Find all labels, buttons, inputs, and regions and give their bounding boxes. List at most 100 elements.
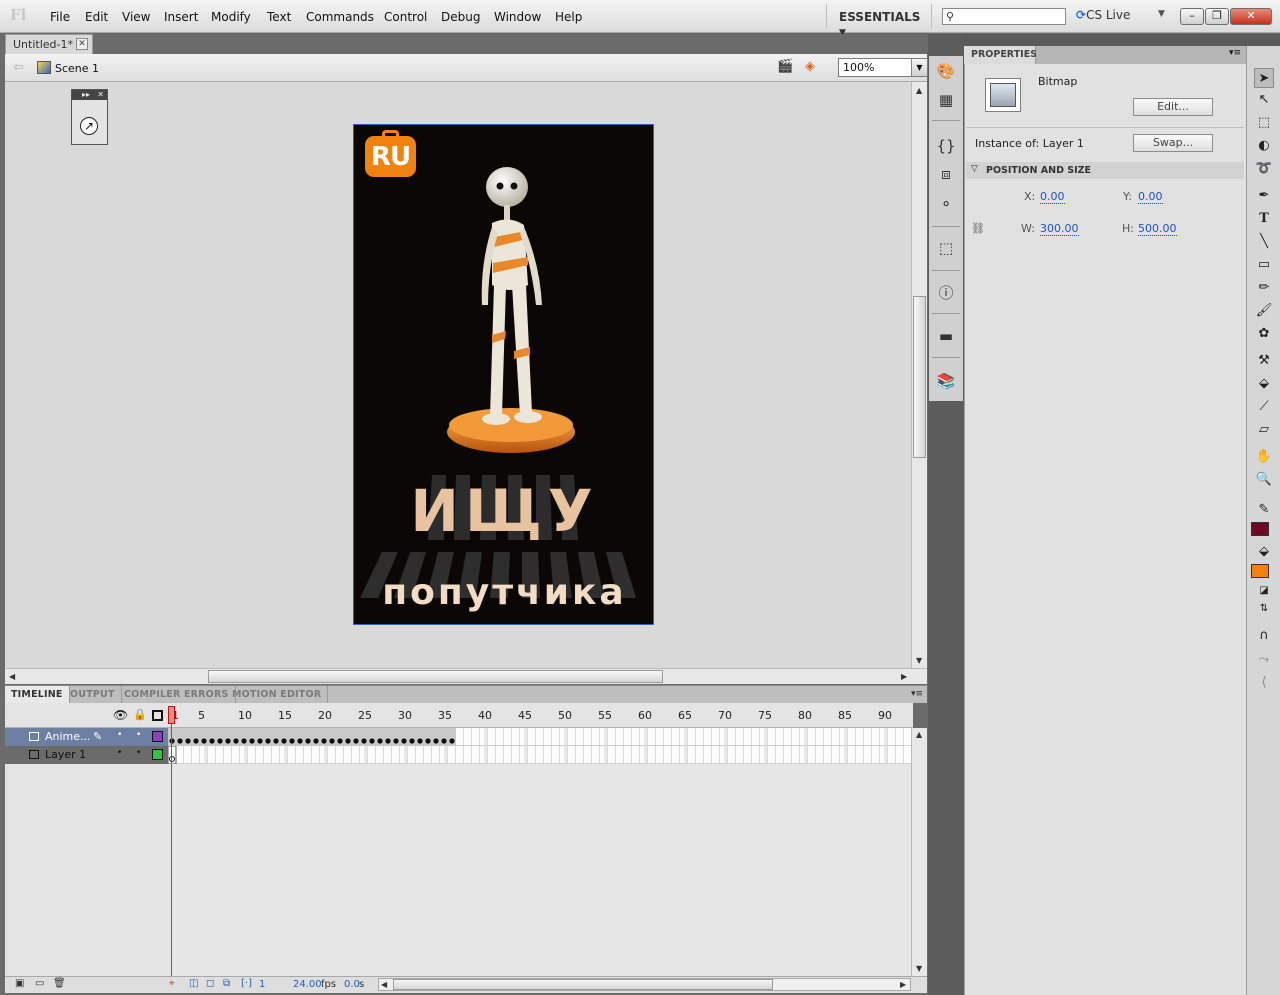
- menu-insert[interactable]: Insert: [164, 10, 198, 24]
- section-position-size[interactable]: ▽ POSITION AND SIZE: [966, 162, 1244, 179]
- eye-icon[interactable]: 👁: [113, 708, 128, 722]
- selection-tool-icon[interactable]: ➤: [1254, 68, 1274, 88]
- transform-icon[interactable]: ⬚: [936, 238, 956, 258]
- stage-horizontal-scrollbar[interactable]: ◀ ▶: [5, 668, 927, 684]
- actions-icon[interactable]: {}: [936, 136, 956, 156]
- keyframe[interactable]: [273, 738, 279, 744]
- tab-timeline[interactable]: TIMELINE: [5, 686, 70, 704]
- swatches-icon[interactable]: ▦: [936, 90, 956, 110]
- edit-scene-icon[interactable]: 🎬: [777, 59, 797, 77]
- menu-modify[interactable]: Modify: [211, 10, 251, 24]
- triangle-down-icon[interactable]: ▽: [971, 164, 978, 174]
- search-input[interactable]: ⚲: [942, 8, 1066, 25]
- menu-help[interactable]: Help: [555, 10, 582, 24]
- keyframe[interactable]: [305, 738, 311, 744]
- keyframe[interactable]: [313, 738, 319, 744]
- keyframe[interactable]: [441, 738, 447, 744]
- edit-multiple-icon[interactable]: ⧉: [223, 978, 230, 989]
- rectangle-tool-icon[interactable]: ▭: [1254, 255, 1274, 275]
- edit-button[interactable]: Edit...: [1133, 98, 1213, 116]
- deco-tool-icon[interactable]: ✿: [1254, 324, 1274, 344]
- keyframe[interactable]: [257, 738, 263, 744]
- outline-icon[interactable]: [152, 710, 163, 721]
- visibility-dot[interactable]: •: [117, 730, 122, 740]
- minimize-button[interactable]: –: [1180, 8, 1204, 25]
- keyframe[interactable]: [393, 738, 399, 744]
- onion-markers-icon[interactable]: [·]: [241, 978, 252, 989]
- close-window-button[interactable]: ✕: [1230, 8, 1272, 25]
- menu-commands[interactable]: Commands: [306, 10, 374, 24]
- document-tab[interactable]: Untitled-1* ✕: [5, 34, 93, 54]
- floating-panel-header[interactable]: ▸▸ ✕: [72, 90, 107, 100]
- visibility-dot[interactable]: •: [117, 748, 122, 758]
- keyframe[interactable]: [193, 738, 199, 744]
- zoom-select[interactable]: 100% ▼: [838, 58, 928, 77]
- lock-dot[interactable]: •: [136, 748, 141, 758]
- close-icon[interactable]: ✕: [76, 38, 88, 50]
- w-field[interactable]: 300.00: [1040, 222, 1079, 236]
- stage-vertical-scrollbar[interactable]: ▲ ▼: [911, 82, 927, 668]
- timeline-horizontal-scrollbar[interactable]: ◀ ▶: [378, 978, 911, 991]
- menu-file[interactable]: File: [50, 10, 70, 24]
- swap-button[interactable]: Swap...: [1133, 134, 1213, 152]
- menu-view[interactable]: View: [122, 10, 150, 24]
- link-icon[interactable]: ⛓: [971, 222, 985, 235]
- arrow-left-icon[interactable]: ◀: [9, 672, 15, 681]
- x-field[interactable]: 0.00: [1040, 190, 1065, 204]
- stage-canvas[interactable]: RU ИЩУ попутчика: [353, 124, 654, 625]
- keyframe[interactable]: [385, 738, 391, 744]
- floating-panel[interactable]: ▸▸ ✕ ↗: [71, 89, 108, 145]
- keyframe[interactable]: [177, 738, 183, 744]
- keyframe[interactable]: [353, 738, 359, 744]
- arrow-left-icon[interactable]: ◀: [381, 980, 387, 989]
- tab-compiler-errors[interactable]: COMPILER ERRORS: [118, 686, 236, 704]
- keyframe[interactable]: [409, 738, 415, 744]
- stroke-color-swatch[interactable]: [1251, 522, 1269, 536]
- keyframe[interactable]: [281, 738, 287, 744]
- color-icon[interactable]: 🎨: [936, 61, 956, 81]
- timeline-vertical-scrollbar[interactable]: ▲ ▼: [911, 728, 927, 976]
- restore-button[interactable]: ❐: [1205, 8, 1229, 25]
- menu-control[interactable]: Control: [384, 10, 427, 24]
- library-icon[interactable]: 📚: [936, 371, 956, 391]
- lock-icon[interactable]: 🔒: [133, 708, 147, 721]
- cs-live-button[interactable]: ⟳CS Live: [1076, 8, 1130, 26]
- new-layer-icon[interactable]: ▣: [15, 978, 24, 989]
- keyframe[interactable]: [337, 738, 343, 744]
- center-frame-icon[interactable]: ⌖: [169, 978, 175, 989]
- frame-ruler[interactable]: 1 5 10 15 20 25 30 35 40 45 50 55 60 65 …: [168, 703, 913, 728]
- keyframe[interactable]: [345, 738, 351, 744]
- arrow-down-icon[interactable]: ▼: [916, 964, 922, 973]
- layer-color-swatch[interactable]: [152, 731, 163, 742]
- scene-breadcrumb[interactable]: Scene 1: [55, 62, 99, 75]
- scroll-thumb[interactable]: [913, 296, 926, 458]
- layer-row-anime[interactable]: Anime... ✎ • •: [5, 728, 168, 746]
- motion-presets-icon[interactable]: ⚬: [936, 194, 956, 214]
- h-field[interactable]: 500.00: [1138, 222, 1177, 236]
- back-arrow-icon[interactable]: ⇦: [13, 60, 24, 75]
- arrow-right-icon[interactable]: ▶: [901, 672, 907, 681]
- expand-icon[interactable]: ▸▸: [82, 90, 90, 100]
- keyframe[interactable]: [377, 738, 383, 744]
- keyframe[interactable]: [265, 738, 271, 744]
- brush-tool-icon[interactable]: 🖌: [1254, 301, 1274, 321]
- keyframe[interactable]: [297, 738, 303, 744]
- y-field[interactable]: 0.00: [1138, 190, 1163, 204]
- tab-output[interactable]: OUTPUT: [64, 686, 122, 704]
- keyframe[interactable]: [425, 738, 431, 744]
- align-icon[interactable]: ▬: [936, 326, 956, 346]
- bone-tool-icon[interactable]: ⚒: [1254, 351, 1274, 371]
- menu-debug[interactable]: Debug: [441, 10, 480, 24]
- components-icon[interactable]: ⧈: [936, 164, 956, 184]
- frame-row-layer-1[interactable]: [168, 746, 911, 764]
- edit-symbol-icon[interactable]: ◈: [805, 59, 825, 77]
- scroll-thumb[interactable]: [208, 670, 663, 683]
- text-tool-icon[interactable]: T: [1254, 209, 1274, 229]
- keyframe[interactable]: [361, 738, 367, 744]
- eyedropper-tool-icon[interactable]: ⟋: [1254, 397, 1274, 417]
- keyframe[interactable]: [185, 738, 191, 744]
- line-tool-icon[interactable]: ╲: [1254, 232, 1274, 252]
- 3d-rotation-tool-icon[interactable]: ◐: [1254, 136, 1274, 156]
- smooth-icon[interactable]: ⤳: [1254, 650, 1274, 670]
- elapsed-time[interactable]: 0.0: [344, 979, 360, 990]
